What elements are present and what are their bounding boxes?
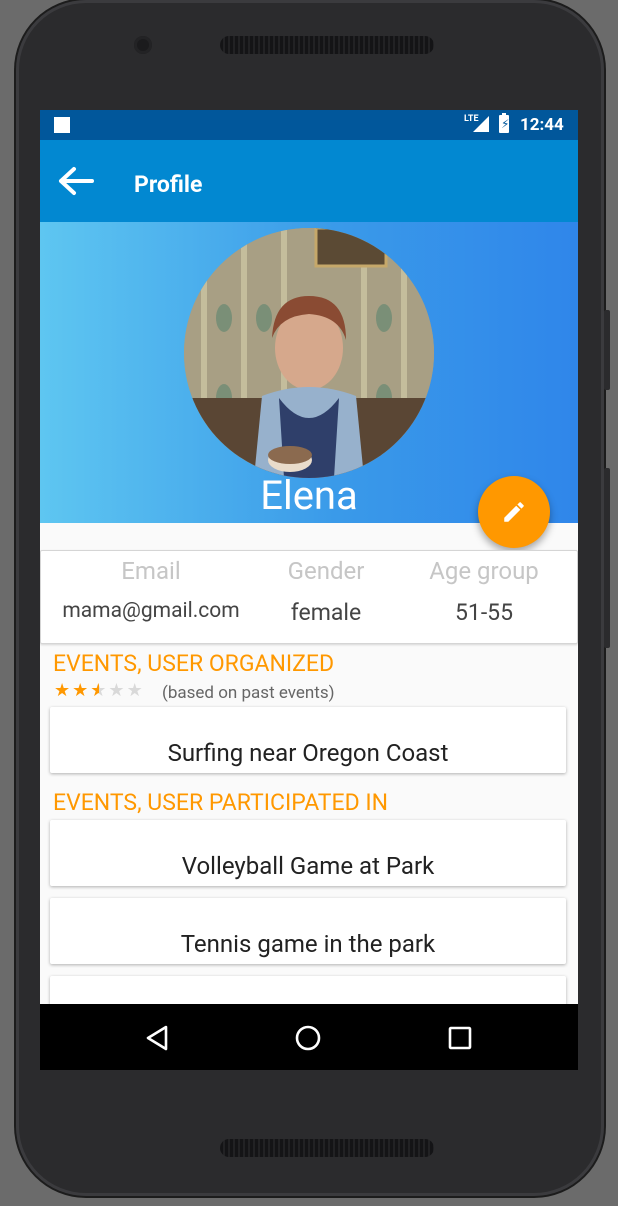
gender-value: female [290, 599, 362, 626]
empty-star-icon: ★ [108, 680, 127, 701]
front-camera [134, 36, 152, 54]
email-header: Email [121, 557, 181, 585]
age-column: Age group 51-55 [409, 551, 559, 626]
profile-info-card: Email mama@gmail.com Gender female Age g… [40, 550, 578, 644]
gender-header: Gender [287, 557, 365, 585]
star-icon: ★ [72, 680, 91, 701]
power-button [604, 468, 610, 648]
age-group-value: 51-55 [454, 599, 514, 626]
bottom-speaker-grille [220, 1139, 434, 1157]
status-bar: LTE ⚡ 12:44 [40, 110, 578, 140]
empty-star-icon: ★ [126, 680, 145, 701]
participated-event-card[interactable]: Volleyball Game at Park [50, 820, 566, 886]
profile-header: Elena [40, 222, 578, 523]
pencil-icon [504, 502, 524, 522]
page-title: Profile [134, 171, 203, 198]
square-recents-icon[interactable] [444, 1022, 476, 1054]
half-star-icon: ★ [90, 680, 109, 701]
age-group-header: Age group [429, 557, 539, 585]
avatar[interactable] [184, 228, 434, 478]
triangle-back-icon[interactable] [142, 1022, 174, 1054]
email-column: Email mama@gmail.com [41, 551, 261, 623]
rating-note: (based on past events) [162, 683, 335, 703]
organized-section-title: EVENTS, USER ORGANIZED [53, 650, 335, 677]
clock: 12:44 [520, 115, 564, 135]
email-value: mama@gmail.com [62, 599, 240, 623]
volume-button [604, 310, 610, 390]
event-title: Tennis game in the park [180, 930, 436, 958]
signal-icon [473, 116, 489, 132]
participated-section-title: EVENTS, USER PARTICIPATED IN [53, 789, 389, 816]
top-speaker-grille [220, 36, 434, 54]
event-title: Volleyball Game at Park [181, 852, 435, 880]
gender-column: Gender female [261, 551, 391, 626]
participated-event-card[interactable]: Tennis game in the park [50, 898, 566, 964]
notification-icon [54, 117, 70, 133]
edit-profile-button[interactable] [478, 476, 550, 548]
star-icon: ★ [54, 680, 73, 701]
battery-charging-icon: ⚡ [499, 113, 510, 133]
system-nav-bar [40, 1004, 578, 1070]
organized-event-card[interactable]: Surfing near Oregon Coast [50, 707, 566, 773]
event-title: Surfing near Oregon Coast [167, 739, 449, 767]
arrow-back-icon[interactable] [58, 166, 94, 196]
app-screen: LTE ⚡ 12:44 Profile Elena Email mama@gma… [40, 110, 578, 1070]
circle-home-icon[interactable] [292, 1022, 324, 1054]
app-toolbar: Profile [40, 140, 578, 222]
rating-stars: ★★★★★ [54, 680, 145, 701]
